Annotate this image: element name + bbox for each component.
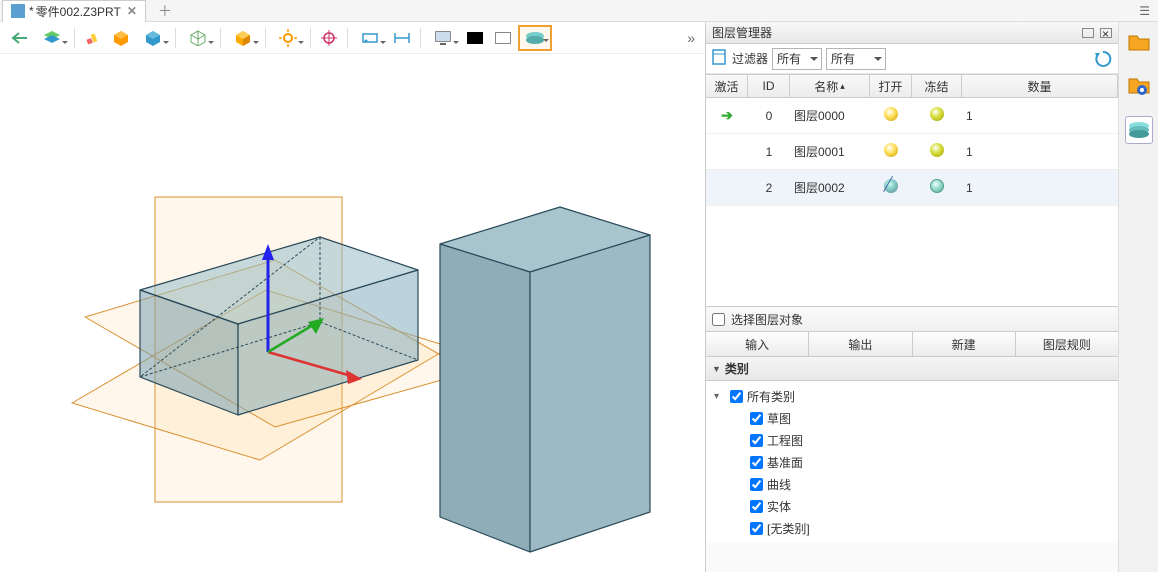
select-layer-object-checkbox[interactable] [712, 313, 725, 326]
tree-item[interactable]: 曲线 [706, 473, 1118, 495]
tab-filename: 零件002.Z3PRT [36, 3, 121, 20]
tree-root-checkbox[interactable] [730, 390, 743, 403]
folder-gear-icon[interactable] [1125, 72, 1153, 100]
filter-row: 过滤器 所有 所有 [706, 44, 1118, 74]
3d-viewport[interactable]: » [0, 22, 705, 572]
output-button[interactable]: 输出 [809, 332, 912, 356]
category-tree: ▾ 所有类别 草图工程图基准面曲线实体[无类别] [706, 381, 1118, 543]
tree-item[interactable]: 工程图 [706, 429, 1118, 451]
select-layer-object-row: 选择图层对象 [706, 306, 1118, 332]
layer-table: 激活 ID 名称▴ 打开 冻结 数量 ➔0图层000011图层000112图层0… [706, 74, 1118, 306]
layer-id: 1 [748, 145, 790, 159]
layer-id: 2 [748, 181, 790, 195]
folder-icon[interactable] [1125, 28, 1153, 56]
part-file-icon [11, 4, 25, 18]
layer-count: 1 [962, 109, 1118, 123]
layer-name: 图层0001 [790, 143, 870, 160]
input-button[interactable]: 输入 [706, 332, 809, 356]
open-bulb-icon[interactable] [884, 107, 898, 121]
layer-count: 1 [962, 181, 1118, 195]
col-id[interactable]: ID [748, 75, 790, 97]
open-bulb-icon[interactable] [884, 143, 898, 157]
frozen-bulb-icon[interactable] [930, 143, 944, 157]
layer-name: 图层0002 [790, 179, 870, 196]
file-tab[interactable]: * 零件002.Z3PRT ✕ [2, 0, 146, 22]
layer-table-header: 激活 ID 名称▴ 打开 冻结 数量 [706, 74, 1118, 98]
tree-item[interactable]: [无类别] [706, 517, 1118, 539]
tree-item[interactable]: 基准面 [706, 451, 1118, 473]
document-tab-bar: * 零件002.Z3PRT ✕ ＋ ☰ [0, 0, 1158, 22]
frozen-bulb-icon[interactable] [930, 107, 944, 121]
new-button[interactable]: 新建 [913, 332, 1016, 356]
frozen-bulb-icon[interactable] [930, 179, 944, 193]
col-active[interactable]: 激活 [706, 75, 748, 97]
layer-row[interactable]: 1图层00011 [706, 134, 1118, 170]
col-name[interactable]: 名称▴ [790, 75, 870, 97]
category-header[interactable]: 类别 [706, 357, 1118, 381]
select-layer-object-label: 选择图层对象 [731, 311, 803, 328]
layer-action-buttons: 输入 输出 新建 图层规则 [706, 332, 1118, 357]
layer-row[interactable]: 2图层0002 1 [706, 170, 1118, 206]
layer-name: 图层0000 [790, 107, 870, 124]
open-bulb-icon[interactable] [884, 179, 898, 193]
scene-svg [0, 22, 700, 572]
close-tab-button[interactable]: ✕ [127, 4, 137, 18]
filter-label: 过滤器 [732, 50, 768, 67]
tree-item-checkbox[interactable] [750, 522, 763, 535]
tab-menu-button[interactable]: ☰ [1139, 4, 1150, 18]
layer-row[interactable]: ➔ 0图层0000 1 [706, 98, 1118, 134]
panel-header: 图层管理器 × [706, 22, 1118, 44]
filter-select-2[interactable]: 所有 [826, 48, 886, 70]
layer-count: 1 [962, 145, 1118, 159]
tree-root[interactable]: ▾ 所有类别 [706, 385, 1118, 407]
panel-title: 图层管理器 [712, 24, 772, 41]
tree-item-checkbox[interactable] [750, 478, 763, 491]
layers-icon[interactable] [1125, 116, 1153, 144]
tree-item[interactable]: 草图 [706, 407, 1118, 429]
right-side-toolbar [1118, 22, 1158, 572]
panel-close-icon[interactable]: × [1100, 28, 1112, 38]
col-count[interactable]: 数量 [962, 75, 1118, 97]
tree-item-checkbox[interactable] [750, 456, 763, 469]
tree-item-checkbox[interactable] [750, 434, 763, 447]
rule-button[interactable]: 图层规则 [1016, 332, 1118, 356]
layer-id: 0 [748, 109, 790, 123]
filter-refresh-button[interactable] [1092, 48, 1114, 70]
active-arrow-icon: ➔ [721, 107, 733, 123]
filter-icon[interactable] [710, 48, 728, 69]
panel-minimize-icon[interactable] [1082, 28, 1094, 38]
filter-select-1[interactable]: 所有 [772, 48, 822, 70]
col-open[interactable]: 打开 [870, 75, 912, 97]
tree-item-checkbox[interactable] [750, 500, 763, 513]
layer-manager-panel: 图层管理器 × 过滤器 所有 所有 激活 ID 名称▴ 打开 冻结 数量 ➔0图 [705, 22, 1118, 572]
add-tab-button[interactable]: ＋ [158, 1, 172, 21]
col-frozen[interactable]: 冻结 [912, 75, 962, 97]
tree-item-checkbox[interactable] [750, 412, 763, 425]
tree-item[interactable]: 实体 [706, 495, 1118, 517]
tab-modified-indicator: * [29, 4, 34, 18]
